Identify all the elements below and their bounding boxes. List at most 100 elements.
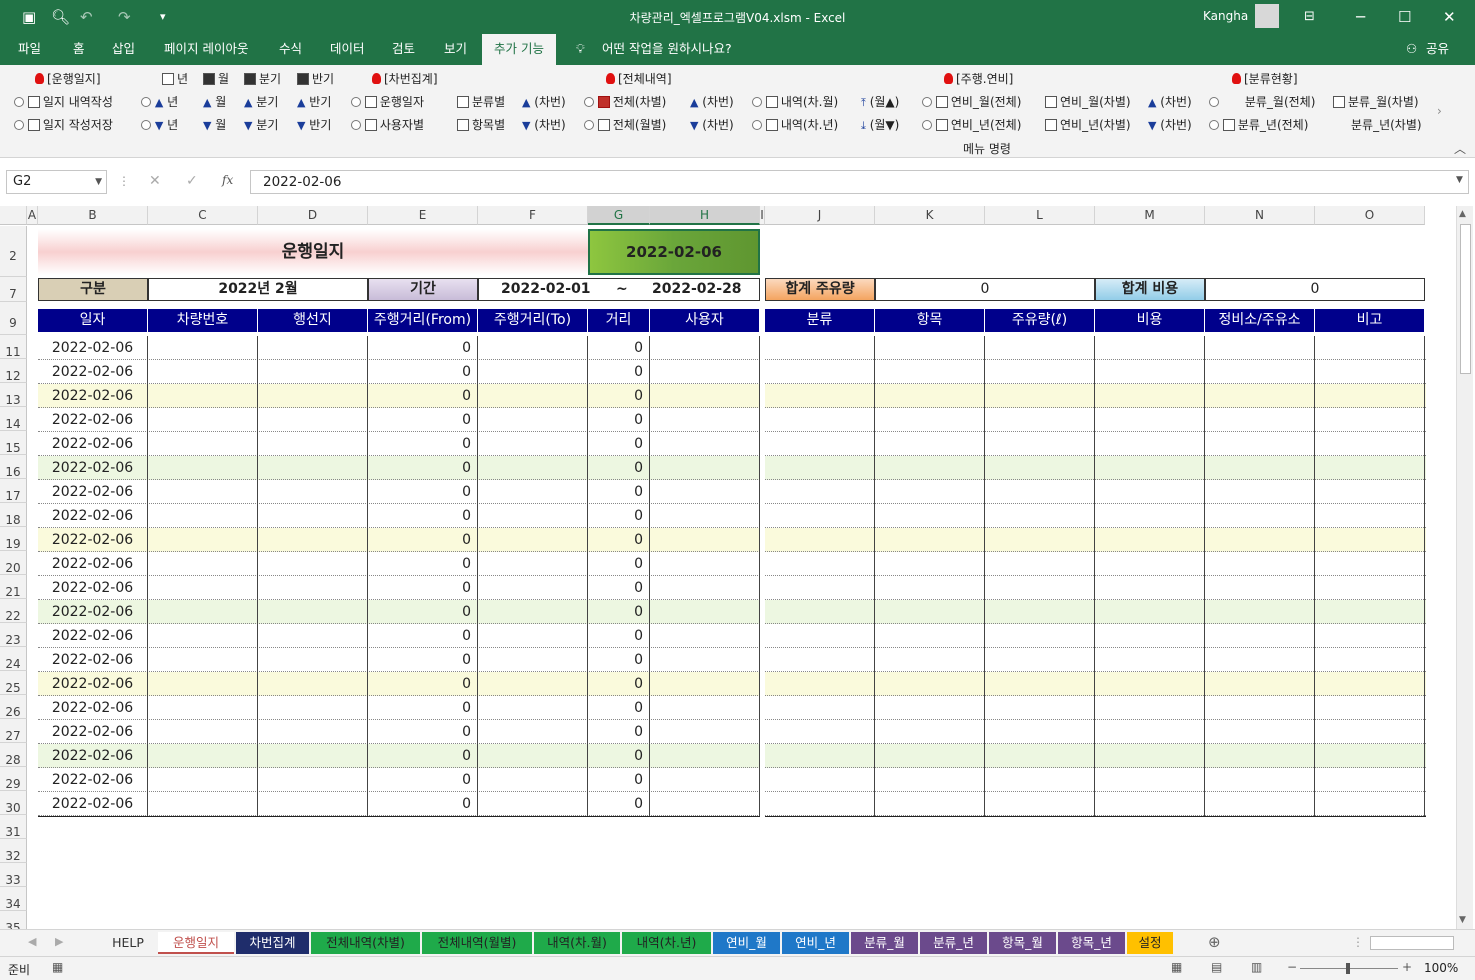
table-cell[interactable]	[148, 672, 258, 696]
table-cell[interactable]	[478, 672, 588, 696]
table-cell[interactable]	[875, 720, 985, 744]
ribbon-btn-month-sort-up[interactable]: ⤒ (월▲)	[861, 94, 899, 111]
table-cell[interactable]	[148, 384, 258, 408]
table-cell[interactable]	[1095, 528, 1205, 552]
table-cell[interactable]	[1095, 696, 1205, 720]
table-cell[interactable]	[478, 432, 588, 456]
table-cell[interactable]: 2022-02-06	[38, 576, 148, 600]
table-cell[interactable]	[1315, 768, 1425, 792]
table-cell[interactable]	[985, 384, 1095, 408]
table-cell[interactable]	[148, 744, 258, 768]
column-header[interactable]: D	[258, 206, 368, 225]
row-header[interactable]: 13	[0, 383, 27, 407]
table-cell[interactable]: 0	[588, 480, 650, 504]
sheet-tab[interactable]: 연비_월	[713, 932, 780, 954]
table-cell[interactable]	[148, 552, 258, 576]
ribbon-btn-detail-vm[interactable]: 내역(차.월)	[752, 94, 838, 110]
table-cell[interactable]	[258, 720, 368, 744]
table-cell[interactable]	[650, 480, 760, 504]
ribbon-btn-by-category[interactable]: 분류별	[457, 94, 505, 110]
table-cell[interactable]	[478, 480, 588, 504]
table-cell[interactable]	[1315, 600, 1425, 624]
table-cell[interactable]	[875, 600, 985, 624]
table-cell[interactable]	[1095, 576, 1205, 600]
table-cell[interactable]	[650, 672, 760, 696]
table-cell[interactable]	[875, 648, 985, 672]
sheet-tab[interactable]: 분류_년	[920, 932, 987, 954]
table-cell[interactable]	[478, 696, 588, 720]
table-cell[interactable]: 0	[588, 360, 650, 384]
close-icon[interactable]: ✕	[1443, 8, 1456, 26]
period-from[interactable]: 2022-02-01	[501, 279, 591, 300]
table-cell[interactable]: 0	[368, 720, 478, 744]
table-cell[interactable]	[478, 408, 588, 432]
table-cell[interactable]	[148, 624, 258, 648]
table-cell[interactable]: 0	[368, 480, 478, 504]
table-cell[interactable]	[875, 504, 985, 528]
table-cell[interactable]	[985, 720, 1095, 744]
row-header[interactable]: 2	[0, 226, 27, 277]
column-header[interactable]: F	[478, 206, 588, 225]
maximize-icon[interactable]: ☐	[1398, 8, 1411, 26]
table-cell[interactable]: 2022-02-06	[38, 696, 148, 720]
row-header[interactable]: 12	[0, 359, 27, 383]
avatar[interactable]	[1255, 4, 1279, 28]
table-cell[interactable]	[148, 432, 258, 456]
table-cell[interactable]	[1095, 792, 1205, 816]
table-cell[interactable]	[650, 768, 760, 792]
column-header[interactable]: C	[148, 206, 258, 225]
column-header[interactable]: E	[368, 206, 478, 225]
row-header[interactable]: 30	[0, 791, 27, 815]
table-cell[interactable]	[478, 600, 588, 624]
table-cell[interactable]: 0	[588, 792, 650, 816]
table-cell[interactable]	[985, 576, 1095, 600]
table-cell[interactable]	[148, 528, 258, 552]
table-cell[interactable]	[258, 552, 368, 576]
table-cell[interactable]: 0	[368, 744, 478, 768]
table-cell[interactable]	[765, 720, 875, 744]
page-layout-view-icon[interactable]: ▤	[1211, 960, 1222, 974]
row-header[interactable]: 19	[0, 527, 27, 551]
table-cell[interactable]	[478, 360, 588, 384]
table-cell[interactable]	[1095, 744, 1205, 768]
ribbon-btn-fuel-vehicle-down[interactable]: ▼ (차번)	[1148, 117, 1192, 134]
table-cell[interactable]	[148, 360, 258, 384]
table-cell[interactable]: 0	[588, 384, 650, 408]
table-cell[interactable]	[650, 408, 760, 432]
table-cell[interactable]	[478, 528, 588, 552]
table-cell[interactable]	[1315, 624, 1425, 648]
ribbon-btn-run-date[interactable]: 운행일자	[351, 94, 424, 110]
table-cell[interactable]	[1315, 744, 1425, 768]
table-cell[interactable]: 0	[368, 648, 478, 672]
column-header[interactable]: N	[1205, 206, 1315, 225]
sheet-tab[interactable]: 전체내역(차별)	[311, 932, 420, 954]
table-cell[interactable]	[478, 624, 588, 648]
row-header[interactable]: 25	[0, 671, 27, 695]
table-cell[interactable]	[985, 360, 1095, 384]
table-cell[interactable]: 0	[368, 624, 478, 648]
table-cell[interactable]	[985, 528, 1095, 552]
table-cell[interactable]	[875, 696, 985, 720]
table-cell[interactable]	[1205, 384, 1315, 408]
macro-record-icon[interactable]: ▦	[52, 960, 63, 974]
table-cell[interactable]: 0	[368, 504, 478, 528]
ribbon-btn-cat-year-all[interactable]: 분류_년(전체)	[1209, 117, 1308, 133]
table-cell[interactable]	[765, 696, 875, 720]
ribbon-btn-month-down[interactable]: ▼ 월	[203, 117, 226, 134]
table-cell[interactable]	[1205, 792, 1315, 816]
table-cell[interactable]	[765, 408, 875, 432]
ribbon-btn-month-sort-down[interactable]: ⤓ (월▼)	[861, 117, 899, 134]
table-cell[interactable]	[1315, 672, 1425, 696]
table-cell[interactable]	[1205, 576, 1315, 600]
scroll-down-icon[interactable]: ▼	[1459, 915, 1466, 925]
table-cell[interactable]	[875, 408, 985, 432]
table-cell[interactable]	[1315, 504, 1425, 528]
table-cell[interactable]	[478, 792, 588, 816]
table-cell[interactable]	[650, 744, 760, 768]
tab-page-layout[interactable]: 페이지 레이아웃	[164, 34, 248, 65]
ribbon-btn-year-up[interactable]: ▲ 년	[141, 94, 178, 111]
table-cell[interactable]	[478, 456, 588, 480]
expand-formula-icon[interactable]: ▼	[1456, 175, 1463, 185]
table-cell[interactable]	[650, 360, 760, 384]
column-header[interactable]: M	[1095, 206, 1205, 225]
